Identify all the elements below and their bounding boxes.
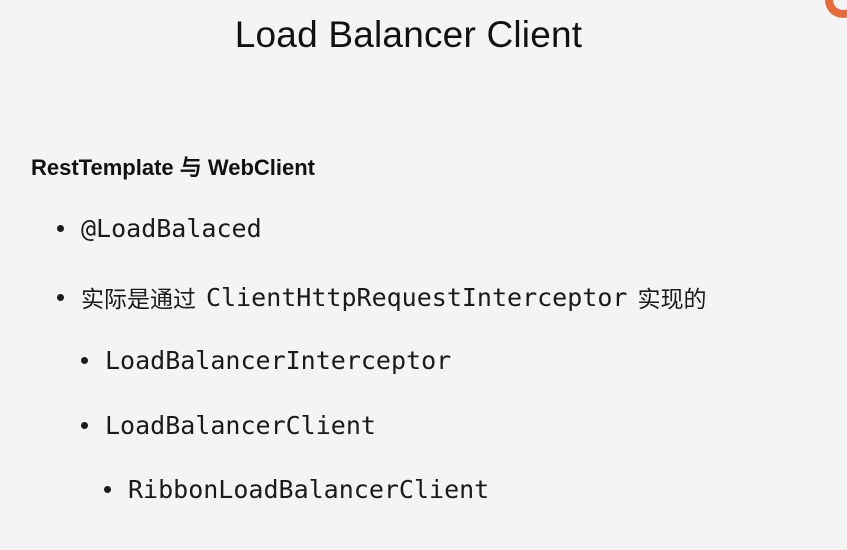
bullet-text: LoadBalancerClient [105,411,376,440]
slide-title: Load Balancer Client [234,14,583,55]
bullet-item-level2: LoadBalancerInterceptor [81,346,451,375]
bullet-text: @LoadBalaced [81,214,262,243]
bullet-item-level3: RibbonLoadBalancerClient [104,475,489,504]
bullet-dot-icon [81,422,88,429]
corner-logo-icon [825,0,847,18]
slide: Load Balancer Client RestTemplate 与 WebC… [0,0,847,550]
bullet-item-level2: LoadBalancerClient [81,411,376,440]
bullet-dot-icon [57,225,64,232]
bullet-text-suffix: 实现的 [637,287,707,313]
bullet-dot-icon [57,293,64,301]
bullet-dot-icon [81,357,88,364]
bullet-text-prefix: 实际是通过 [81,287,196,313]
section-heading: RestTemplate 与 WebClient [31,155,316,180]
bullet-text: LoadBalancerInterceptor [105,346,452,375]
bullet-item-level1: @LoadBalaced [57,214,262,243]
bullet-dot-icon [104,486,111,493]
bullet-item-level1: 实际是通过 ClientHttpRequestInterceptor 实现的 [57,280,706,314]
bullet-code: ClientHttpRequestInterceptor [206,282,628,312]
bullet-text: RibbonLoadBalancerClient [128,475,490,504]
